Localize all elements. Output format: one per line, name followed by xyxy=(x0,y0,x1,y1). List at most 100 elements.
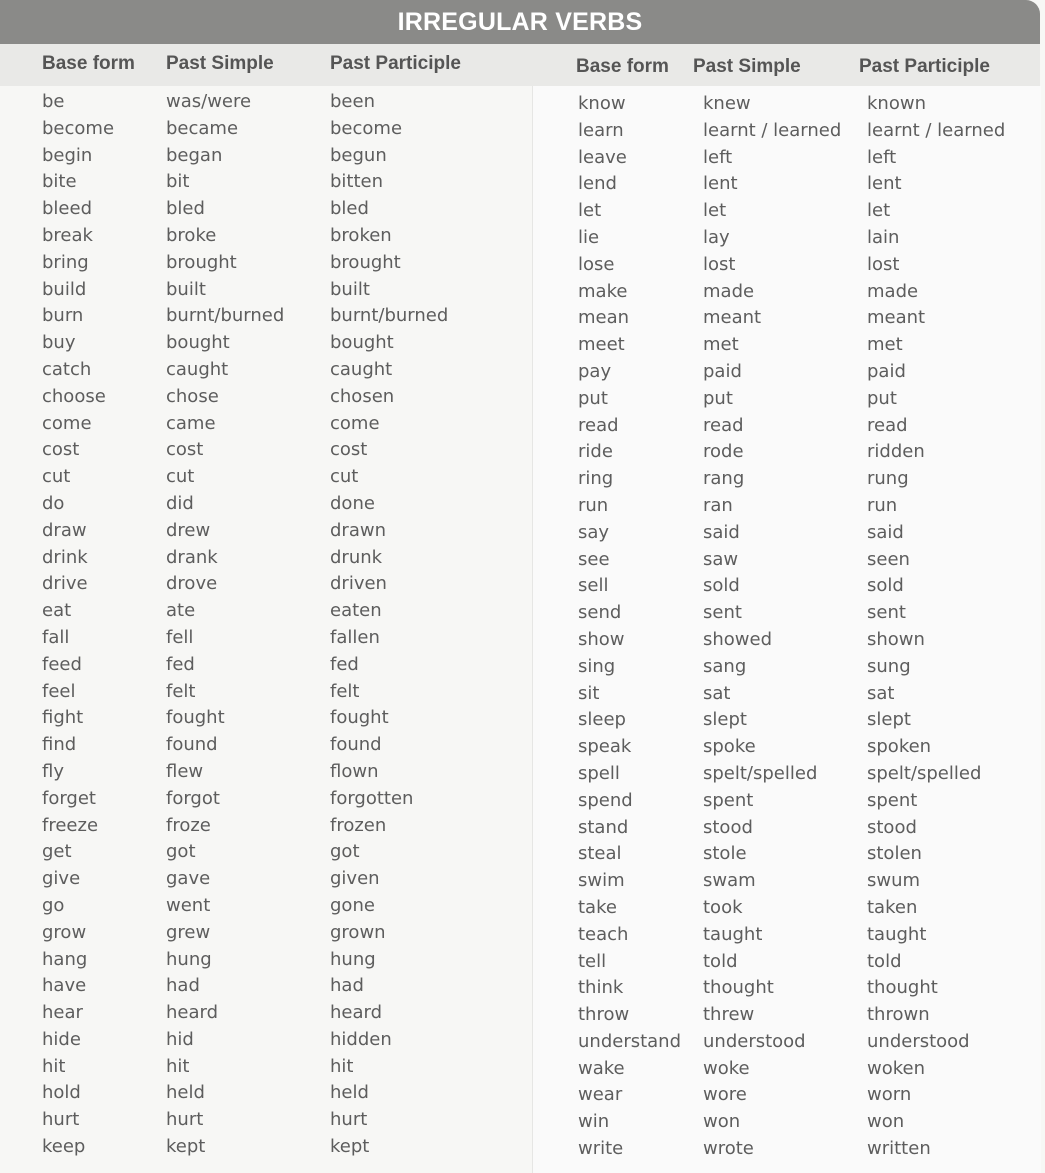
verb-cell: had xyxy=(330,975,364,997)
verb-cell: hold xyxy=(42,1082,81,1104)
verb-cell: threw xyxy=(703,1004,755,1026)
verb-cell: go xyxy=(42,894,65,916)
verb-cell: fly xyxy=(42,760,64,782)
verb-cell: hung xyxy=(166,948,212,970)
verb-cell: became xyxy=(166,117,239,139)
verb-cell: lay xyxy=(703,226,730,248)
verb-cell: throw xyxy=(578,1004,630,1026)
verb-cell: freeze xyxy=(42,814,99,836)
verb-cell: tell xyxy=(578,950,607,972)
verb-cell: lain xyxy=(867,226,900,248)
verb-cell: lend xyxy=(578,173,617,195)
verb-cell: fell xyxy=(166,626,194,648)
left-header-base: Base form xyxy=(42,53,135,74)
verb-cell: met xyxy=(703,334,739,356)
verb-cell: cut xyxy=(166,466,195,488)
verb-cell: spoke xyxy=(703,736,756,758)
verb-cell: put xyxy=(703,387,733,409)
verb-cell: found xyxy=(166,734,218,756)
verb-cell: told xyxy=(867,950,902,972)
verb-cell: stolen xyxy=(867,843,922,865)
verb-cell: sang xyxy=(703,655,747,677)
verb-cell: sleep xyxy=(578,709,626,731)
verb-cell: went xyxy=(166,894,211,916)
verb-cell: cost xyxy=(42,439,80,461)
verb-cell: lose xyxy=(578,253,615,275)
verb-cell: burnt/burned xyxy=(166,305,285,327)
verb-cell: heard xyxy=(166,1002,219,1024)
verb-cell: flown xyxy=(330,760,379,782)
right-base-column: know learn leave lend let lie lose make mean meet… xyxy=(578,91,681,1163)
verb-cell: been xyxy=(330,91,375,112)
verb-cell: sat xyxy=(703,682,731,704)
verb-cell: kept xyxy=(166,1136,206,1158)
verb-cell: give xyxy=(42,868,81,890)
verb-cell: think xyxy=(578,977,624,999)
verb-cell: steal xyxy=(578,843,622,865)
verb-cell: worn xyxy=(867,1084,912,1106)
verb-cell: bought xyxy=(330,332,394,354)
verb-cell: thrown xyxy=(867,1004,930,1026)
verb-cell: said xyxy=(867,521,904,543)
verb-cell: ring xyxy=(578,468,614,490)
verb-cell: forget xyxy=(42,787,96,809)
verb-cell: lie xyxy=(578,226,600,248)
verb-cell: began xyxy=(166,144,223,166)
verb-cell: drawn xyxy=(330,519,386,541)
verb-cell: make xyxy=(578,280,628,302)
verb-cell: did xyxy=(166,492,194,514)
verb-cell: break xyxy=(42,224,93,246)
verb-cell: pay xyxy=(578,360,612,382)
verb-cell: forgotten xyxy=(330,787,414,809)
verb-cell: left xyxy=(703,146,733,168)
verb-cell: spent xyxy=(867,789,918,811)
verb-cell: learnt / learned xyxy=(867,119,1006,141)
verb-cell: see xyxy=(578,548,610,570)
verb-cell: rang xyxy=(703,468,745,490)
verb-cell: rode xyxy=(703,441,744,463)
verb-cell: held xyxy=(330,1082,369,1104)
verb-cell: wake xyxy=(578,1057,625,1079)
verb-cell: seen xyxy=(867,548,910,570)
verb-cell: done xyxy=(330,492,375,514)
verb-cell: was/were xyxy=(166,91,252,112)
verb-cell: drank xyxy=(166,546,218,568)
verb-cell: burnt/burned xyxy=(330,305,449,327)
verb-cell: slept xyxy=(867,709,911,731)
verb-cell: mean xyxy=(578,307,630,329)
verb-cell: stand xyxy=(578,816,629,838)
verb-cell: got xyxy=(166,841,196,863)
verb-cell: felt xyxy=(166,680,196,702)
verb-cell: met xyxy=(867,334,903,356)
verb-cell: hit xyxy=(330,1055,354,1077)
verb-cell: begin xyxy=(42,144,93,166)
right-header-participle: Past Participle xyxy=(859,56,990,77)
verb-cell: swum xyxy=(867,870,921,892)
verb-cell: cost xyxy=(330,439,368,461)
verb-cell: choose xyxy=(42,385,106,407)
verb-cell: drunk xyxy=(330,546,383,568)
verb-cell: saw xyxy=(703,548,739,570)
verb-cell: keep xyxy=(42,1136,86,1158)
verb-cell: showed xyxy=(703,628,773,650)
verb-cell: driven xyxy=(330,573,387,595)
verb-cell: feel xyxy=(42,680,76,702)
verb-cell: feed xyxy=(42,653,82,675)
verb-cell: understood xyxy=(867,1030,970,1052)
verb-cell: sent xyxy=(867,602,906,624)
verb-cell: hung xyxy=(330,948,376,970)
verb-cell: thought xyxy=(867,977,938,999)
verb-cell: eat xyxy=(42,600,72,622)
verb-cell: broke xyxy=(166,224,217,246)
verb-cell: put xyxy=(867,387,897,409)
verb-cell: run xyxy=(578,494,609,516)
verb-cell: sing xyxy=(578,655,616,677)
verb-cell: spend xyxy=(578,789,633,811)
verb-cell: meant xyxy=(867,307,926,329)
right-past-column: knew learnt / learned left lent let lay lost ma… xyxy=(703,91,841,1163)
verb-cell: taught xyxy=(703,923,763,945)
verb-cell: do xyxy=(42,492,65,514)
verb-cell: fed xyxy=(166,653,195,675)
verb-cell: fallen xyxy=(330,626,380,648)
verb-cell: say xyxy=(578,521,610,543)
